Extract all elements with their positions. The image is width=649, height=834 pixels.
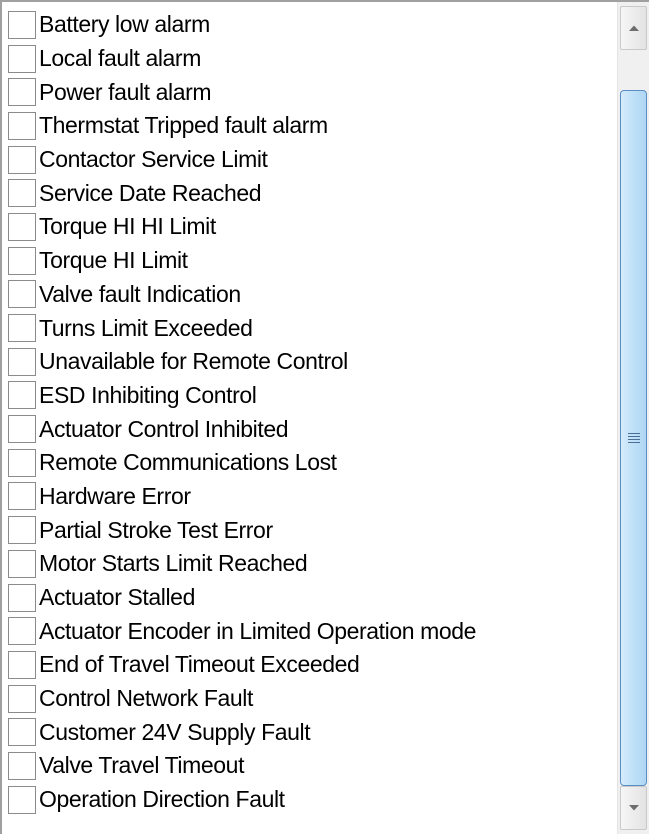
scroll-thumb[interactable] bbox=[620, 90, 647, 786]
list-item[interactable]: ESD Inhibiting Control bbox=[8, 379, 613, 413]
checkbox[interactable] bbox=[8, 280, 36, 309]
list-item[interactable]: Valve Travel Timeout bbox=[8, 749, 613, 783]
list-item[interactable]: Turns Limit Exceeded bbox=[8, 311, 613, 345]
checkbox[interactable] bbox=[8, 10, 36, 39]
checkbox[interactable] bbox=[8, 111, 36, 140]
list-item[interactable]: Partial Stroke Test Error bbox=[8, 513, 613, 547]
checkbox[interactable] bbox=[8, 44, 36, 73]
scroll-down-button[interactable] bbox=[620, 786, 647, 830]
checkbox[interactable] bbox=[8, 381, 36, 410]
list-item[interactable]: Thermstat Tripped fault alarm bbox=[8, 109, 613, 143]
checkbox[interactable] bbox=[8, 78, 36, 107]
item-label: Valve Travel Timeout bbox=[39, 752, 245, 779]
item-label: Power fault alarm bbox=[39, 78, 212, 105]
list-item[interactable]: Control Network Fault bbox=[8, 682, 613, 716]
item-label: Partial Stroke Test Error bbox=[39, 516, 273, 543]
checkbox[interactable] bbox=[8, 650, 36, 679]
item-label: Actuator Stalled bbox=[39, 584, 195, 611]
checkbox[interactable] bbox=[8, 212, 36, 241]
list-item[interactable]: Remote Communications Lost bbox=[8, 446, 613, 480]
alarm-list: Battery low alarm Local fault alarm Powe… bbox=[8, 8, 613, 817]
checkbox[interactable] bbox=[8, 246, 36, 275]
item-label: Unavailable for Remote Control bbox=[39, 348, 348, 375]
checkbox[interactable] bbox=[8, 684, 36, 713]
item-label: ESD Inhibiting Control bbox=[39, 381, 257, 408]
list-item[interactable]: Local fault alarm bbox=[8, 42, 613, 76]
list-item[interactable]: Unavailable for Remote Control bbox=[8, 345, 613, 379]
scroll-up-button[interactable] bbox=[620, 6, 647, 50]
item-label: Battery low alarm bbox=[39, 11, 210, 38]
checkbox[interactable] bbox=[8, 617, 36, 646]
checkbox[interactable] bbox=[8, 751, 36, 780]
checkbox[interactable] bbox=[8, 549, 36, 578]
item-label: Actuator Encoder in Limited Operation mo… bbox=[39, 617, 477, 644]
list-item[interactable]: Actuator Control Inhibited bbox=[8, 412, 613, 446]
list-item[interactable]: Actuator Encoder in Limited Operation mo… bbox=[8, 614, 613, 648]
item-label: Actuator Control Inhibited bbox=[39, 415, 289, 442]
checkbox[interactable] bbox=[8, 448, 36, 477]
checkbox[interactable] bbox=[8, 179, 36, 208]
vertical-scrollbar[interactable] bbox=[617, 2, 649, 834]
list-item[interactable]: End of Travel Timeout Exceeded bbox=[8, 648, 613, 682]
item-label: Customer 24V Supply Fault bbox=[39, 718, 311, 745]
list-item[interactable]: Torque HI Limit bbox=[8, 244, 613, 278]
list-item[interactable]: Power fault alarm bbox=[8, 75, 613, 109]
item-label: Operation Direction Fault bbox=[39, 786, 285, 813]
list-item[interactable]: Service Date Reached bbox=[8, 176, 613, 210]
list-item[interactable]: Motor Starts Limit Reached bbox=[8, 547, 613, 581]
item-label: Remote Communications Lost bbox=[39, 449, 337, 476]
list-item[interactable]: Hardware Error bbox=[8, 480, 613, 514]
checkbox[interactable] bbox=[8, 145, 36, 174]
checkbox[interactable] bbox=[8, 314, 36, 343]
triangle-up-icon bbox=[628, 25, 639, 31]
checkbox[interactable] bbox=[8, 415, 36, 444]
checkbox[interactable] bbox=[8, 516, 36, 545]
list-item[interactable]: Battery low alarm bbox=[8, 8, 613, 42]
list-item[interactable]: Customer 24V Supply Fault bbox=[8, 715, 613, 749]
alarm-checklist[interactable]: Battery low alarm Local fault alarm Powe… bbox=[0, 0, 649, 834]
item-label: Service Date Reached bbox=[39, 179, 262, 206]
item-label: Control Network Fault bbox=[39, 685, 254, 712]
item-label: Thermstat Tripped fault alarm bbox=[39, 112, 328, 139]
item-label: Motor Starts Limit Reached bbox=[39, 550, 308, 577]
list-item[interactable]: Contactor Service Limit bbox=[8, 143, 613, 177]
item-label: Contactor Service Limit bbox=[39, 146, 268, 173]
item-label: Torque HI HI Limit bbox=[39, 213, 216, 240]
checkbox[interactable] bbox=[8, 718, 36, 747]
list-item[interactable]: Valve fault Indication bbox=[8, 278, 613, 312]
item-label: Turns Limit Exceeded bbox=[39, 314, 253, 341]
list-item[interactable]: Actuator Stalled bbox=[8, 581, 613, 615]
checkbox[interactable] bbox=[8, 583, 36, 612]
item-label: Valve fault Indication bbox=[39, 280, 241, 307]
list-item[interactable]: Operation Direction Fault bbox=[8, 783, 613, 817]
triangle-down-icon bbox=[628, 805, 639, 811]
item-label: Hardware Error bbox=[39, 482, 191, 509]
item-label: End of Travel Timeout Exceeded bbox=[39, 651, 360, 678]
checkbox[interactable] bbox=[8, 785, 36, 814]
checkbox[interactable] bbox=[8, 347, 36, 376]
item-label: Local fault alarm bbox=[39, 45, 201, 72]
list-item[interactable]: Torque HI HI Limit bbox=[8, 210, 613, 244]
grip-lines-icon bbox=[627, 433, 640, 443]
item-label: Torque HI Limit bbox=[39, 247, 188, 274]
checkbox[interactable] bbox=[8, 482, 36, 511]
